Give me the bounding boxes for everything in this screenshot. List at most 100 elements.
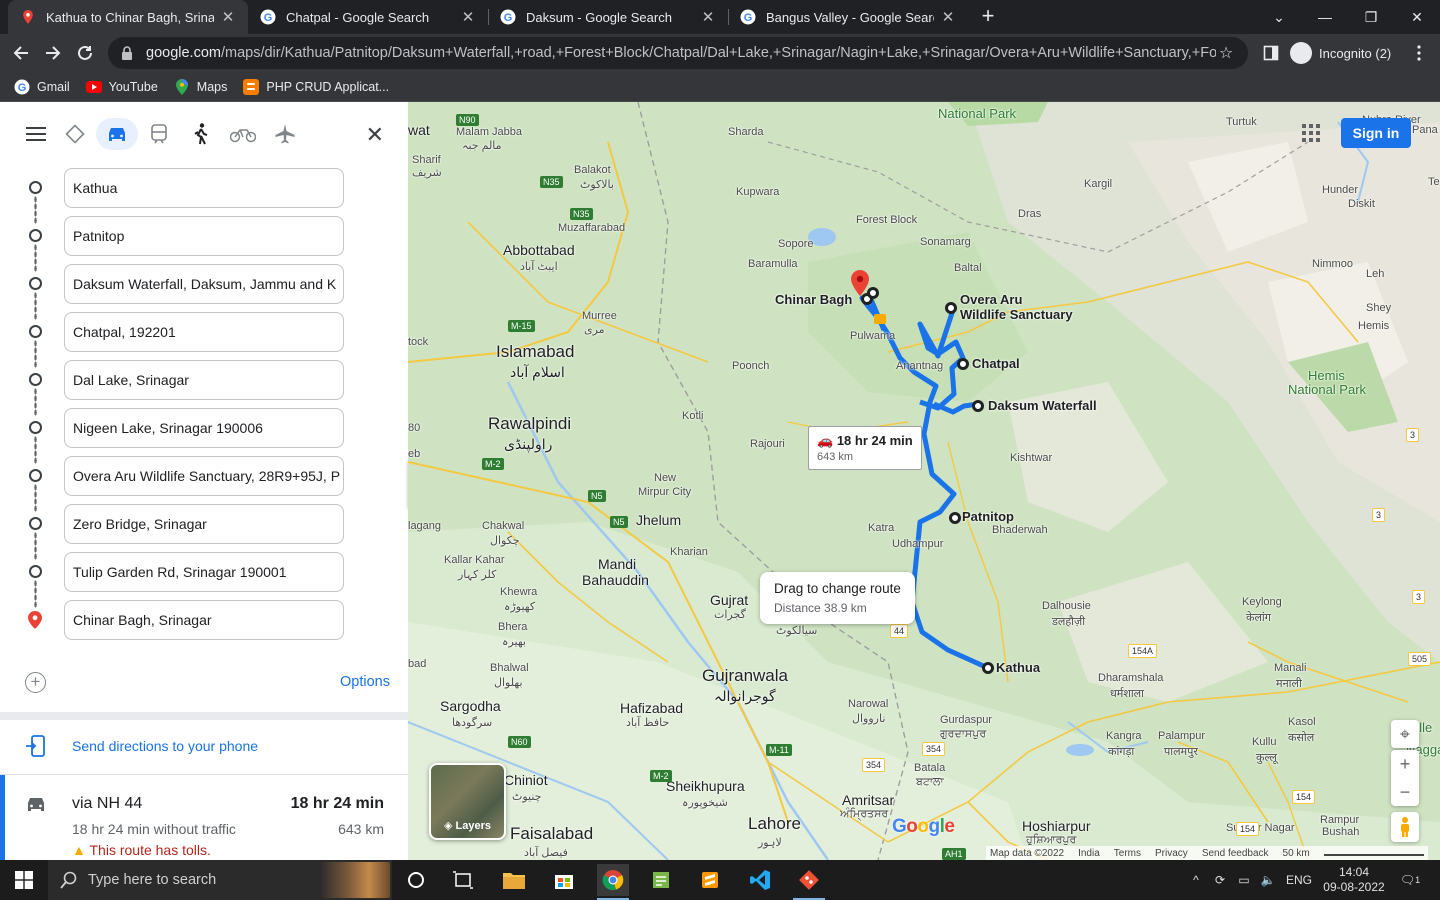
waypoint-row: Nigeen Lake, Srinagar 190006 — [0, 408, 408, 464]
vscode-app-button[interactable] — [744, 864, 776, 896]
minimize-button[interactable]: — — [1302, 0, 1348, 34]
sync-icon[interactable]: ⟳ — [1210, 860, 1230, 900]
incognito-icon — [1290, 42, 1312, 64]
map-canvas[interactable]: Islamabad اسلام آباد Rawalpindi راولپنڈی Abb… — [408, 102, 1440, 860]
notifications-button[interactable]: 🗨 1 — [1396, 860, 1424, 900]
clock-date: 09-08-2022 — [1323, 880, 1385, 894]
place-label-dharamshala: Dharamshala — [1098, 672, 1164, 684]
bookmark-star-icon[interactable]: ☆ — [1216, 43, 1236, 63]
sign-in-button[interactable]: Sign in — [1341, 118, 1411, 148]
my-location-button[interactable]: ⌖ — [1391, 720, 1419, 748]
close-directions-button[interactable]: ✕ — [366, 122, 384, 148]
stop-input[interactable]: Patnitop — [64, 216, 344, 256]
privacy-link[interactable]: Privacy — [1155, 848, 1188, 859]
close-tab-icon[interactable]: ✕ — [460, 8, 476, 26]
destination-pin-icon[interactable] — [851, 270, 869, 296]
place-label-kallar-kahar-ur: کلر کہار — [458, 569, 497, 581]
patnitop-marker[interactable] — [949, 512, 961, 524]
mode-driving[interactable] — [96, 118, 138, 150]
google-icon: G — [14, 79, 30, 95]
stop-input[interactable]: Kathua — [64, 168, 344, 208]
stop-input[interactable]: Nigeen Lake, Srinagar 190006 — [64, 408, 344, 448]
mode-transit[interactable] — [138, 118, 180, 150]
reload-button[interactable] — [70, 38, 100, 68]
place-label-balakot-ur: بالاکوٹ — [580, 179, 614, 191]
send-to-phone-row[interactable]: Send directions to your phone — [0, 722, 408, 772]
bookmark-youtube[interactable]: YouTube — [85, 79, 158, 95]
tab-title: Bangus Valley - Google Search — [766, 9, 934, 25]
close-window-button[interactable]: ✕ — [1394, 0, 1440, 34]
stop-input[interactable]: Daksum Waterfall, Daksum, Jammu and K — [64, 264, 344, 304]
street-view-pegman[interactable] — [1391, 812, 1419, 842]
route-option-card[interactable]: via NH 44 18 hr 24 min 18 hr 24 min with… — [0, 775, 408, 860]
daksum-marker[interactable] — [972, 400, 984, 412]
region-link[interactable]: India — [1078, 848, 1100, 859]
tab-search-icon[interactable]: ⌄ — [1256, 0, 1302, 34]
zoom-out-button[interactable]: − — [1400, 778, 1411, 806]
show-hidden-icons[interactable]: ^ — [1186, 860, 1206, 900]
sublime-app-button[interactable] — [694, 864, 726, 896]
waypoint-row: Chatpal, 192201 — [0, 312, 408, 368]
bookmark-maps[interactable]: Maps — [174, 78, 227, 95]
kathua-marker[interactable] — [982, 662, 994, 674]
mode-cycling[interactable] — [222, 118, 264, 150]
notepad-app-button[interactable] — [645, 864, 677, 896]
close-tab-icon[interactable]: ✕ — [220, 8, 236, 26]
layers-button[interactable]: ◈ Layers — [429, 763, 506, 840]
mode-walking[interactable] — [180, 118, 222, 150]
stop-input[interactable]: Chinar Bagh, Srinagar — [64, 600, 344, 640]
browser-menu-button[interactable] — [1404, 38, 1434, 68]
mode-flights[interactable] — [264, 118, 306, 150]
close-tab-icon[interactable]: ✕ — [940, 8, 956, 26]
chatpal-marker[interactable] — [957, 358, 969, 370]
stop-input[interactable]: Chatpal, 192201 — [64, 312, 344, 352]
task-view-button[interactable] — [447, 864, 479, 896]
incognito-profile[interactable]: Incognito (2) — [1290, 40, 1391, 66]
stop-input[interactable]: Dal Lake, Srinagar — [64, 360, 344, 400]
place-label-rawalpindi: Rawalpindi — [488, 414, 572, 433]
main-menu-button[interactable] — [18, 118, 54, 150]
tab-daksum[interactable]: G Daksum - Google Search ✕ — [488, 0, 728, 34]
close-tab-icon[interactable]: ✕ — [700, 8, 716, 26]
options-link[interactable]: Options — [340, 674, 390, 690]
place-label-gujrat-ur: گجرات — [714, 609, 746, 621]
file-explorer-button[interactable] — [498, 864, 530, 896]
language-indicator[interactable]: ENG — [1284, 860, 1314, 900]
bookmark-gmail[interactable]: G Gmail — [14, 79, 70, 95]
stop-input[interactable]: Overa Aru Wildlife Sanctuary, 28R9+95J, … — [64, 456, 344, 496]
tab-bangus[interactable]: G Bangus Valley - Google Search ✕ — [728, 0, 968, 34]
back-button[interactable] — [6, 38, 36, 68]
tab-maps[interactable]: Kathua to Chinar Bagh, Srinagar ✕ — [8, 0, 248, 34]
bookmark-php-crud[interactable]: PHP CRUD Applicat... — [243, 78, 389, 95]
google-apps-icon[interactable] — [1302, 124, 1320, 142]
tab-chatpal[interactable]: G Chatpal - Google Search ✕ — [248, 0, 488, 34]
clock[interactable]: 14:04 09-08-2022 — [1318, 860, 1390, 900]
section-divider — [0, 712, 408, 720]
overa-aru-marker[interactable] — [945, 302, 957, 314]
start-button[interactable] — [8, 864, 40, 896]
add-destination-icon[interactable]: + — [25, 672, 46, 693]
zoom-in-button[interactable]: + — [1400, 750, 1411, 778]
place-label-wat: wat — [408, 122, 430, 138]
taskbar-search[interactable]: Type here to search — [48, 860, 392, 900]
terms-link[interactable]: Terms — [1114, 848, 1141, 859]
side-panel-button[interactable] — [1256, 38, 1286, 68]
stop-input[interactable]: Tulip Garden Rd, Srinagar 190001 — [64, 552, 344, 592]
address-bar[interactable]: google.com/maps/dir/Kathua/Patnitop/Daks… — [108, 37, 1248, 69]
forward-button[interactable] — [38, 38, 68, 68]
chrome-taskbar-button[interactable] — [597, 864, 629, 896]
send-feedback-link[interactable]: Send feedback — [1202, 848, 1269, 859]
waypoint-circle-icon — [29, 469, 42, 482]
git-app-button[interactable] — [793, 864, 825, 896]
stop-input[interactable]: Zero Bridge, Srinagar — [64, 504, 344, 544]
restore-button[interactable]: ❐ — [1348, 0, 1394, 34]
mode-best[interactable] — [54, 118, 96, 150]
route-summary-callout[interactable]: 🚗 18 hr 24 min 643 km — [808, 426, 922, 470]
place-label-leh: Leh — [1366, 268, 1385, 280]
place-label-sargodha: Sargodha — [440, 698, 501, 714]
network-icon[interactable]: ▭ — [1234, 860, 1254, 900]
store-button[interactable] — [548, 864, 580, 896]
volume-icon[interactable]: 🔈 — [1258, 860, 1278, 900]
new-tab-button[interactable]: + — [976, 4, 1000, 28]
cortana-button[interactable] — [400, 864, 432, 896]
